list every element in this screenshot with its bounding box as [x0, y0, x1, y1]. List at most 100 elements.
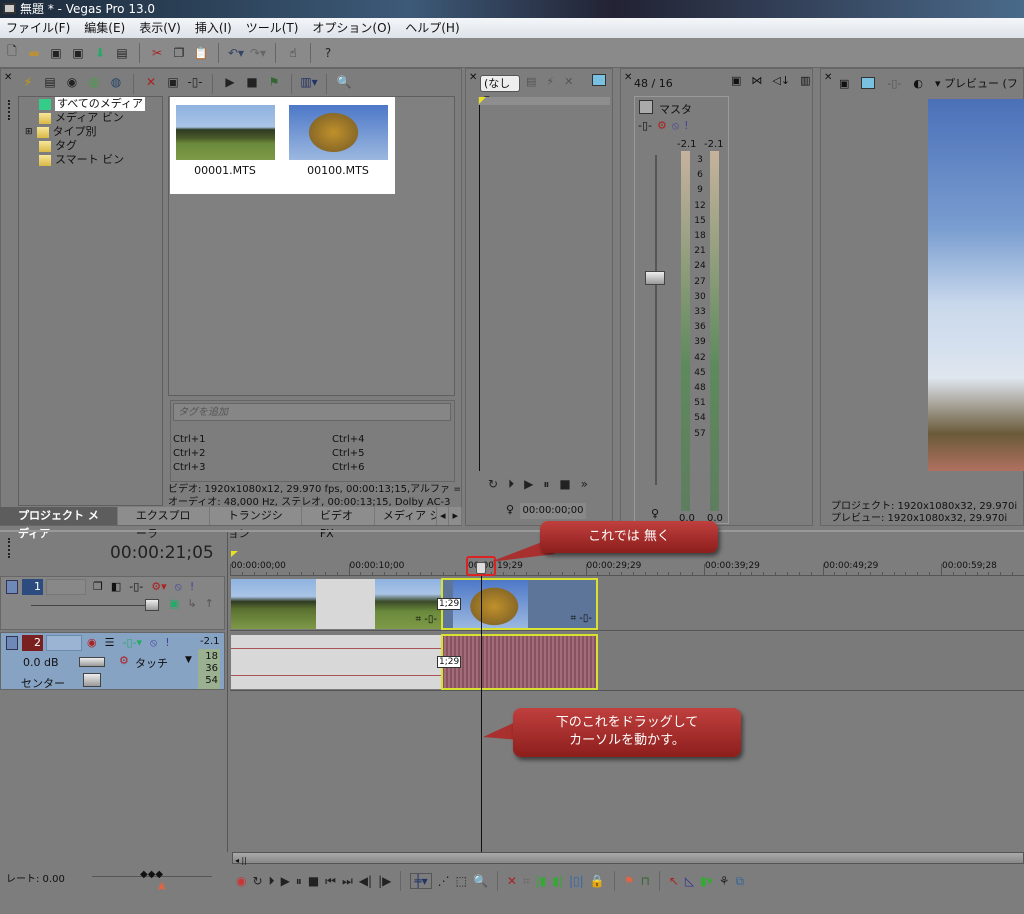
paste-icon[interactable]: 📋 — [193, 45, 209, 61]
video-clip-1[interactable]: ⌗ -▯- — [231, 579, 441, 629]
invert-phase-icon[interactable]: ☰ — [105, 636, 115, 650]
split-screen-icon[interactable]: ◐ — [913, 77, 923, 90]
lock-envelopes-icon[interactable]: ⚘ — [719, 874, 730, 888]
tree-item-smart-bins[interactable]: スマート ビン — [19, 153, 162, 167]
track-name-field[interactable] — [46, 635, 82, 651]
zoom-tool-icon[interactable]: 🔍 — [473, 874, 488, 888]
tree-item-media-bins[interactable]: メディア ビン — [19, 111, 162, 125]
go-to-end-icon[interactable]: ⏭ — [342, 874, 353, 889]
solo-icon[interactable]: ! — [684, 119, 688, 133]
trim-icon[interactable]: ⌗ — [523, 874, 530, 889]
enable-snapping-icon[interactable]: ☝ — [285, 45, 301, 61]
mixer-view-icon[interactable]: ▥ — [800, 74, 810, 87]
render-icon[interactable]: ⬇ — [92, 45, 108, 61]
menu-tools[interactable]: ツール(T) — [246, 18, 299, 38]
next-frame-icon[interactable]: |▶ — [378, 874, 391, 888]
automation-mode[interactable]: タッチ — [135, 655, 168, 671]
pan-slider[interactable] — [83, 673, 101, 687]
stop-icon[interactable]: ■ — [308, 874, 319, 888]
dim-output-icon[interactable]: ◁↓ — [772, 74, 790, 87]
project-properties-icon[interactable]: ▣ — [839, 77, 849, 90]
open-icon[interactable]: ▬ — [26, 45, 42, 61]
capture-video-icon[interactable]: ▤ — [42, 74, 58, 90]
media-properties-icon[interactable]: ▣ — [165, 74, 181, 90]
import-media-icon[interactable]: ⚡ — [20, 74, 36, 90]
tab-scroll-left-icon[interactable]: ◂ — [437, 507, 450, 525]
loop-playback-icon[interactable]: ↻ — [252, 874, 262, 888]
tree-item-tags[interactable]: タグ — [19, 139, 162, 153]
arm-record-icon[interactable]: ◉ — [87, 636, 97, 650]
tree-item-all-media[interactable]: すべてのメディア — [19, 97, 162, 111]
selection-tool-icon[interactable]: ⬚ — [456, 874, 467, 888]
previous-frame-icon[interactable]: ◀| — [359, 874, 372, 888]
media-thumbnail-00001[interactable] — [176, 105, 275, 160]
trimmer-fx-icon[interactable]: ▤ — [526, 75, 536, 88]
solo-icon[interactable]: ! — [190, 580, 194, 594]
drag-grip[interactable] — [8, 100, 11, 120]
collapse-icon[interactable] — [6, 636, 18, 650]
solo-icon[interactable]: ! — [165, 636, 169, 650]
stop-icon[interactable]: ■ — [559, 477, 570, 492]
new-icon[interactable]: 🗋 — [4, 44, 20, 61]
video-fx-icon[interactable]: -▯- — [887, 77, 901, 90]
tab-transitions[interactable]: トランジション — [210, 507, 302, 540]
properties-icon[interactable]: ▣ — [731, 74, 741, 87]
cut-icon[interactable]: ✂ — [149, 45, 165, 61]
fx-settings-icon[interactable]: ⚙▾ — [151, 580, 166, 594]
insert-region-icon[interactable]: ⊓ — [640, 874, 649, 888]
make-parent-icon[interactable]: ↑ — [205, 597, 214, 610]
undo-icon[interactable]: ↶▾ — [228, 45, 244, 61]
auto-crossfade-icon[interactable]: ◺ — [685, 874, 694, 888]
menu-options[interactable]: オプション(O) — [312, 18, 391, 38]
fx-settings-icon[interactable]: ⚙ — [657, 119, 667, 133]
drag-grip[interactable] — [8, 538, 11, 558]
go-to-start-icon[interactable]: ⏮ — [325, 874, 336, 889]
audio-clip-1[interactable] — [231, 635, 441, 689]
automation-dropdown-icon[interactable]: ▼ — [185, 655, 192, 665]
tab-explorer[interactable]: エクスプローラ — [118, 507, 210, 540]
opacity-slider-thumb[interactable] — [145, 599, 159, 611]
insert-marker-icon[interactable]: ⚑ — [624, 874, 635, 888]
track-fx-icon[interactable]: -▯- — [129, 580, 143, 594]
pause-icon[interactable]: ⏸ — [296, 874, 302, 889]
external-monitor-icon[interactable] — [861, 77, 876, 89]
expand-icon[interactable]: ⊞ — [25, 125, 33, 139]
downmix-icon[interactable]: ⋈ — [751, 74, 762, 87]
tab-media-generators[interactable]: メディア ジェネレータ — [375, 507, 437, 525]
video-clip-2[interactable]: ⌗ -▯- — [441, 578, 598, 630]
trimmer-source-dropdown[interactable]: (なし ▾ — [480, 75, 520, 105]
get-photo-icon[interactable]: ◉ — [64, 74, 80, 90]
trim-end-icon[interactable]: ▮| — [552, 874, 563, 888]
auto-preview-icon[interactable]: ⚑ — [266, 74, 282, 90]
lock-icon[interactable]: 🔒 — [590, 874, 605, 888]
opacity-slider[interactable] — [31, 605, 151, 606]
crop-and-fx-icons[interactable]: ⌗ -▯- — [570, 613, 592, 624]
normal-edit-tool-icon[interactable]: ╪▾ — [410, 873, 432, 889]
split-icon[interactable]: |▯| — [569, 874, 584, 888]
tab-scroll-right-icon[interactable]: ▸ — [449, 507, 463, 525]
properties-icon[interactable]: ▤ — [114, 45, 130, 61]
media-fx-icon[interactable]: -▯- — [187, 74, 203, 90]
play-icon[interactable]: ▶ — [524, 477, 533, 492]
play-icon[interactable]: ▶ — [281, 874, 290, 888]
stop-icon[interactable]: ■ — [244, 74, 260, 90]
copy-icon[interactable]: ❐ — [171, 45, 187, 61]
tab-video-fx[interactable]: ビデオ FX — [302, 507, 375, 540]
views-icon[interactable]: ▥▾ — [300, 74, 317, 90]
pause-icon[interactable]: ⏸ — [543, 477, 549, 492]
mute-icon[interactable]: ⦸ — [672, 119, 679, 133]
mute-icon[interactable]: ⦸ — [150, 636, 157, 650]
tree-item-by-type[interactable]: ⊞ タイプ別 — [19, 125, 162, 139]
search-icon[interactable]: 🔍 — [336, 74, 352, 90]
get-media-web-icon[interactable]: ◍ — [108, 74, 124, 90]
master-fader[interactable] — [645, 271, 665, 285]
play-icon[interactable]: ▶ — [222, 74, 238, 90]
volume-slider[interactable] — [79, 657, 105, 667]
menu-edit[interactable]: 編集(E) — [84, 18, 125, 38]
trimmer-clear-icon[interactable]: ✕ — [564, 75, 573, 88]
motion-icon[interactable]: ◧ — [111, 580, 121, 594]
timeline-ruler[interactable]: 00:00:00;00 00:00:10;00 00:00:19;29 00:00:2… — [230, 560, 1024, 576]
automation-icon[interactable]: ⚙ — [119, 654, 129, 667]
panel-close-icon[interactable]: ✕ — [824, 72, 832, 83]
fx-icon[interactable]: -▯- — [638, 119, 652, 133]
